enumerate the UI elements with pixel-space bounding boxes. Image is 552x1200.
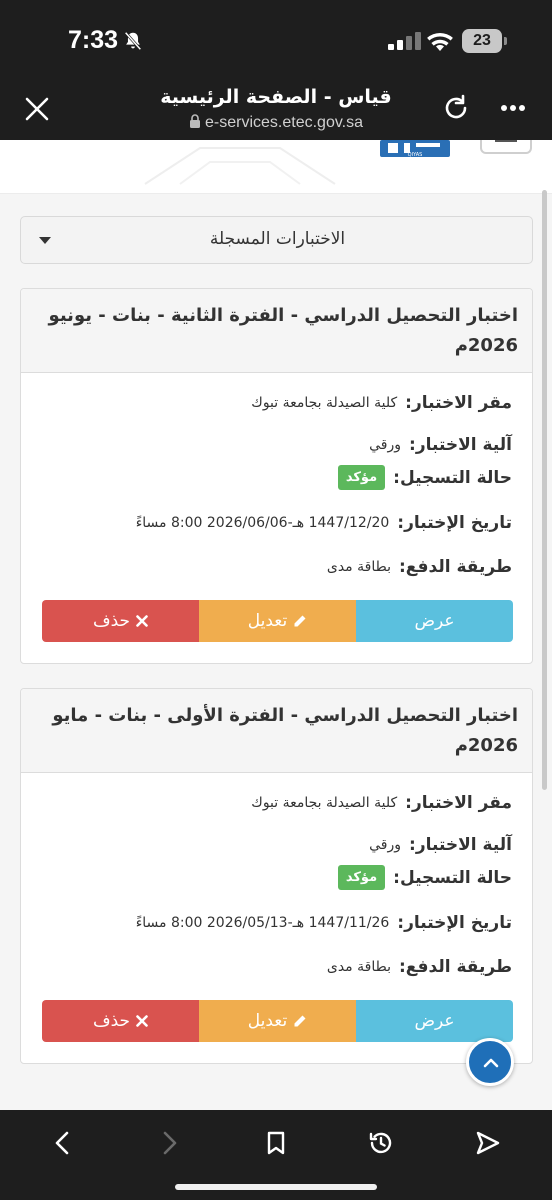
exam-card-header: اختبار التحصيل الدراسي - الفترة الثانية … (21, 289, 532, 373)
view-button[interactable]: عرض (356, 600, 513, 642)
exam-payment-label: طريقة الدفع: (398, 957, 512, 977)
exam-payment-value: بطاقة مدى (326, 559, 391, 575)
edit-button-label: تعديل (247, 1011, 288, 1031)
browser-header: قياس - الصفحة الرئيسية e-services.etec.g… (0, 80, 552, 140)
exam-filter-select[interactable]: الاختبارات المسجلة (20, 216, 533, 264)
edit-button-label: تعديل (247, 611, 288, 631)
web-content: QIYAS الاختبارات المسجلة اختبار التحصيل … (0, 140, 552, 1110)
edit-button[interactable]: تعديل (199, 1000, 356, 1042)
exam-date-value: 1447/11/26 هـ-2026/05/13 8:00 مساءً (135, 915, 390, 931)
reload-icon[interactable] (442, 94, 470, 122)
exam-filter-value: الاختبارات المسجلة (209, 229, 346, 249)
exam-location-row: مقر الاختبار: كلية الصيدلة بجامعة تبوك (251, 793, 512, 813)
exam-location-row: مقر الاختبار: كلية الصيدلة بجامعة تبوك (251, 393, 512, 413)
delete-button-label: حذف (92, 611, 131, 631)
exam-payment-value: بطاقة مدى (326, 959, 391, 975)
header-decoration (144, 147, 336, 185)
lock-icon (190, 114, 200, 128)
exam-payment-row: طريقة الدفع: بطاقة مدى (327, 957, 512, 977)
page-url-text: e-services.etec.gov.sa (205, 114, 363, 131)
caret-down-icon (39, 237, 51, 244)
status-time: 7:33 (68, 26, 119, 54)
delete-button[interactable]: حذف (42, 1000, 199, 1042)
battery-indicator: 23 (462, 29, 508, 53)
exam-location-value: كلية الصيدلة بجامعة تبوك (251, 795, 398, 811)
exam-card: اختبار التحصيل الدراسي - الفترة الثانية … (20, 288, 533, 664)
delete-button-label: حذف (92, 1011, 131, 1031)
exam-status-row: حالة التسجيل: مؤكد (337, 465, 512, 490)
status-badge: مؤكد (337, 865, 386, 890)
bell-slash-icon (124, 31, 142, 51)
edit-button[interactable]: تعديل (199, 600, 356, 642)
logo-text: QIYAS (408, 152, 423, 158)
exam-date-value: 1447/12/20 هـ-2026/06/06 8:00 مساءً (135, 515, 390, 531)
pencil-icon (294, 615, 306, 627)
exam-title: اختبار التحصيل الدراسي - الفترة الثانية … (48, 305, 518, 356)
times-icon (136, 1015, 148, 1027)
exam-actions: حذف تعديل عرض (42, 600, 513, 642)
exam-mode-value: ورقي (369, 437, 402, 453)
more-options-icon[interactable] (500, 104, 526, 112)
wifi-icon (427, 33, 453, 51)
exam-payment-row: طريقة الدفع: بطاقة مدى (327, 557, 512, 577)
status-bar: 7:33 23 (0, 0, 552, 80)
exam-mode-row: آلية الاختبار: ورقي (369, 835, 512, 855)
exam-mode-value: ورقي (369, 837, 402, 853)
battery-level: 23 (462, 29, 502, 53)
exam-date-label: تاريخ الإختبار: (397, 913, 512, 933)
exam-date-row: تاريخ الإختبار: 1447/11/26 هـ-2026/05/13… (136, 913, 512, 933)
exam-location-label: مقر الاختبار: (405, 393, 512, 413)
exam-card: اختبار التحصيل الدراسي - الفترة الأولى -… (20, 688, 533, 1064)
menu-toggle-button[interactable] (480, 140, 532, 154)
share-icon[interactable] (475, 1130, 501, 1156)
exam-actions: حذف تعديل عرض (42, 1000, 513, 1042)
qiyas-logo[interactable]: QIYAS (380, 140, 450, 160)
exam-title: اختبار التحصيل الدراسي - الفترة الأولى -… (52, 705, 518, 756)
view-button-label: عرض (414, 1011, 455, 1031)
scrollbar[interactable] (542, 190, 547, 790)
scroll-to-top-button[interactable] (466, 1038, 514, 1086)
history-icon[interactable] (368, 1130, 394, 1156)
signal-icon (388, 32, 421, 50)
exam-location-value: كلية الصيدلة بجامعة تبوك (251, 395, 398, 411)
pencil-icon (294, 1015, 306, 1027)
exam-payment-label: طريقة الدفع: (398, 557, 512, 577)
view-button-label: عرض (414, 611, 455, 631)
exam-date-row: تاريخ الإختبار: 1447/12/20 هـ-2026/06/06… (136, 513, 512, 533)
exam-mode-label: آلية الاختبار: (409, 435, 512, 455)
forward-icon[interactable] (156, 1130, 182, 1156)
delete-button[interactable]: حذف (42, 600, 199, 642)
exam-status-row: حالة التسجيل: مؤكد (337, 865, 512, 890)
home-indicator (175, 1184, 377, 1190)
times-icon (136, 615, 148, 627)
exam-status-label: حالة التسجيل: (393, 867, 512, 888)
site-header: QIYAS (0, 140, 552, 194)
chevron-up-icon (483, 1058, 499, 1068)
exam-date-label: تاريخ الإختبار: (397, 513, 512, 533)
exam-status-label: حالة التسجيل: (393, 467, 512, 488)
exam-location-label: مقر الاختبار: (405, 793, 512, 813)
qiyas-logo-icon: QIYAS (380, 140, 450, 158)
back-icon[interactable] (50, 1130, 76, 1156)
status-badge: مؤكد (337, 465, 386, 490)
exam-mode-label: آلية الاختبار: (409, 835, 512, 855)
exam-card-header: اختبار التحصيل الدراسي - الفترة الأولى -… (21, 689, 532, 773)
view-button[interactable]: عرض (356, 1000, 513, 1042)
bookmark-icon[interactable] (263, 1130, 289, 1156)
exam-mode-row: آلية الاختبار: ورقي (369, 435, 512, 455)
